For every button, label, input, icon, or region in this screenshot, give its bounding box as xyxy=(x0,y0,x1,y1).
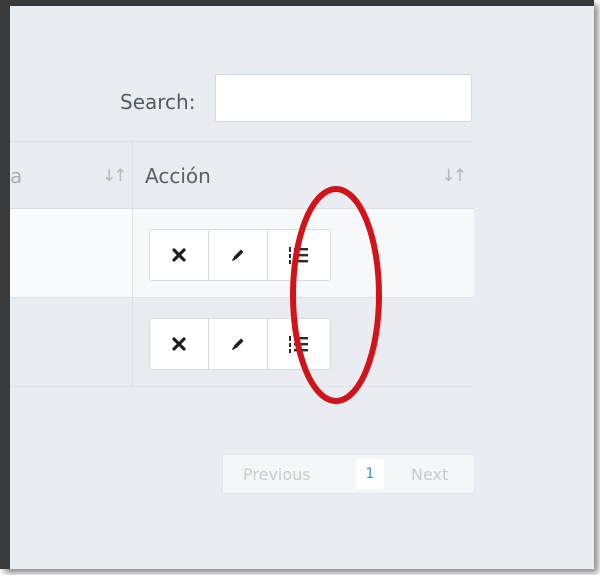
table-cell xyxy=(10,298,133,386)
table-cell-actions xyxy=(133,209,474,297)
times-icon xyxy=(172,248,186,262)
search-label: Search: xyxy=(120,90,196,114)
table-row xyxy=(10,209,474,298)
table-header-row: a ↓↑ Acción ↓↑ xyxy=(10,141,474,209)
list-ordered-icon xyxy=(289,336,308,353)
list-button[interactable] xyxy=(267,318,331,370)
pagination-previous[interactable]: Previous xyxy=(243,465,311,484)
data-table: a ↓↑ Acción ↓↑ xyxy=(10,141,474,387)
edit-button[interactable] xyxy=(208,318,268,370)
list-button[interactable] xyxy=(267,229,331,281)
list-ordered-icon xyxy=(289,247,308,264)
screenshot-frame: Search: a ↓↑ Acción ↓↑ Previous 1 Next xyxy=(0,0,594,569)
pagination-next[interactable]: Next xyxy=(411,465,448,484)
table-row xyxy=(10,298,474,387)
times-icon xyxy=(172,337,186,351)
delete-button[interactable] xyxy=(149,229,209,281)
pagination: Previous 1 Next xyxy=(222,454,475,494)
pencil-icon xyxy=(232,249,244,261)
page-content: Search: a ↓↑ Acción ↓↑ Previous 1 Next xyxy=(10,6,594,569)
header-label-fragment: a xyxy=(10,164,23,188)
sort-icon: ↓↑ xyxy=(102,166,127,186)
header-label-accion: Acción xyxy=(145,164,211,188)
edit-button[interactable] xyxy=(208,229,268,281)
table-cell-actions xyxy=(133,298,474,386)
pencil-icon xyxy=(232,338,244,350)
delete-button[interactable] xyxy=(149,318,209,370)
table-header-cell-accion[interactable]: Acción ↓↑ xyxy=(133,142,474,208)
sort-icon: ↓↑ xyxy=(441,166,467,186)
action-button-group xyxy=(149,318,331,370)
search-input[interactable] xyxy=(215,74,472,122)
table-header-cell-prev[interactable]: a ↓↑ xyxy=(10,142,133,208)
pagination-page-1[interactable]: 1 xyxy=(356,459,384,489)
table-cell xyxy=(10,209,133,297)
action-button-group xyxy=(149,229,331,281)
